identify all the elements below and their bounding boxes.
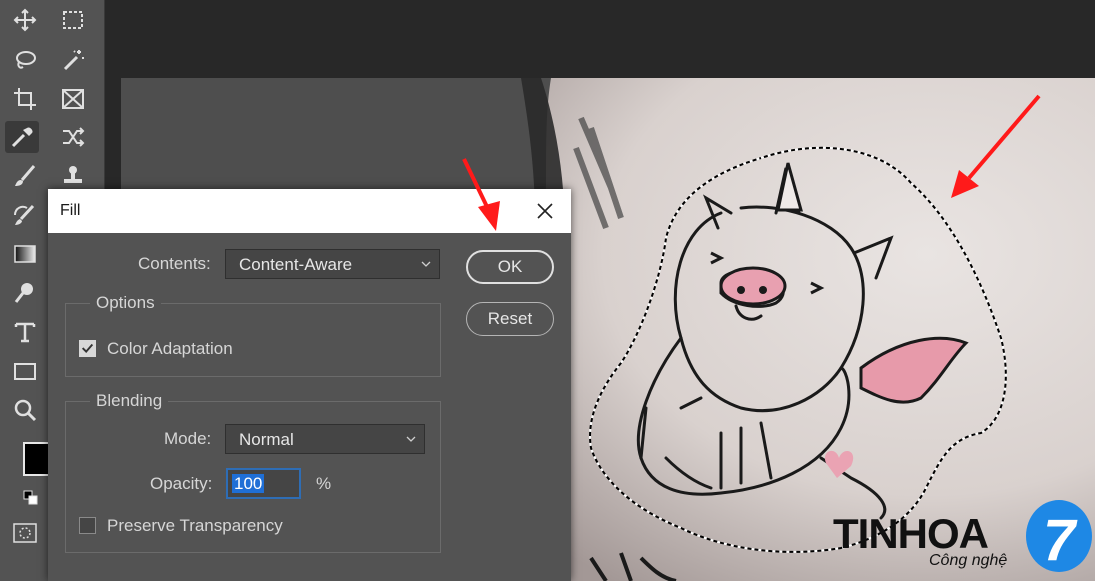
reset-button[interactable]: Reset bbox=[466, 302, 554, 336]
mode-value: Normal bbox=[239, 430, 294, 449]
contents-value: Content-Aware bbox=[239, 255, 353, 274]
mode-label: Mode: bbox=[164, 429, 212, 448]
annotation-arrow-selection bbox=[951, 94, 1041, 198]
opacity-value: 100 bbox=[232, 474, 265, 493]
zoom-icon[interactable] bbox=[8, 394, 42, 426]
ok-button-label: OK bbox=[497, 257, 523, 276]
annotation-arrow-ok bbox=[462, 158, 500, 231]
lasso-icon[interactable] bbox=[8, 44, 42, 76]
color-adaptation-label[interactable]: Color Adaptation bbox=[107, 339, 233, 359]
fill-dialog: Fill Contents: Content-Aware OK Reset Op… bbox=[48, 189, 571, 581]
eyedropper-icon[interactable] bbox=[5, 121, 39, 153]
content-aware-move-icon[interactable] bbox=[56, 121, 90, 153]
foreground-color-swatch[interactable] bbox=[23, 442, 50, 476]
reset-button-label: Reset bbox=[487, 309, 533, 328]
crop-icon[interactable] bbox=[8, 83, 42, 115]
swap-colors-icon[interactable] bbox=[23, 490, 39, 506]
gradient-icon[interactable] bbox=[8, 238, 42, 270]
history-brush-icon[interactable] bbox=[8, 199, 42, 231]
move-icon[interactable] bbox=[8, 4, 42, 36]
ok-button[interactable]: OK bbox=[466, 250, 554, 284]
logo-tagline: Công nghệ bbox=[929, 552, 1008, 569]
logo-badge-text: 7 bbox=[1043, 508, 1078, 573]
preserve-transparency-label[interactable]: Preserve Transparency bbox=[107, 516, 283, 536]
type-icon[interactable] bbox=[8, 316, 42, 348]
frame-icon[interactable] bbox=[56, 83, 90, 115]
magic-wand-icon[interactable] bbox=[56, 44, 90, 76]
rectangle-icon[interactable] bbox=[8, 355, 42, 387]
checkmark-icon bbox=[81, 343, 94, 354]
contents-label: Contents: bbox=[138, 254, 211, 273]
dodge-icon[interactable] bbox=[8, 277, 42, 309]
close-icon[interactable] bbox=[534, 200, 556, 222]
logo-text: TINHOA bbox=[833, 510, 989, 557]
marquee-icon[interactable] bbox=[56, 4, 90, 36]
mode-select[interactable]: Normal bbox=[225, 424, 425, 454]
quick-mask-icon[interactable] bbox=[12, 522, 38, 544]
color-adaptation-checkbox[interactable] bbox=[79, 340, 96, 357]
dialog-title: Fill bbox=[60, 202, 81, 219]
blending-title: Blending bbox=[90, 391, 169, 411]
options-title: Options bbox=[90, 293, 161, 313]
stamp-icon[interactable] bbox=[56, 160, 90, 192]
logo-badge-icon: 7 bbox=[1026, 500, 1092, 573]
preserve-transparency-checkbox[interactable] bbox=[79, 517, 96, 534]
contents-select[interactable]: Content-Aware bbox=[225, 249, 440, 279]
brush-icon[interactable] bbox=[8, 160, 42, 192]
brand-logo: TINHOA Công nghệ 7 bbox=[831, 498, 1095, 581]
opacity-label: Opacity: bbox=[150, 474, 213, 493]
chevron-down-icon bbox=[406, 436, 416, 442]
opacity-unit: % bbox=[316, 474, 332, 493]
opacity-input[interactable]: 100 bbox=[226, 468, 301, 499]
chevron-down-icon bbox=[421, 261, 431, 267]
